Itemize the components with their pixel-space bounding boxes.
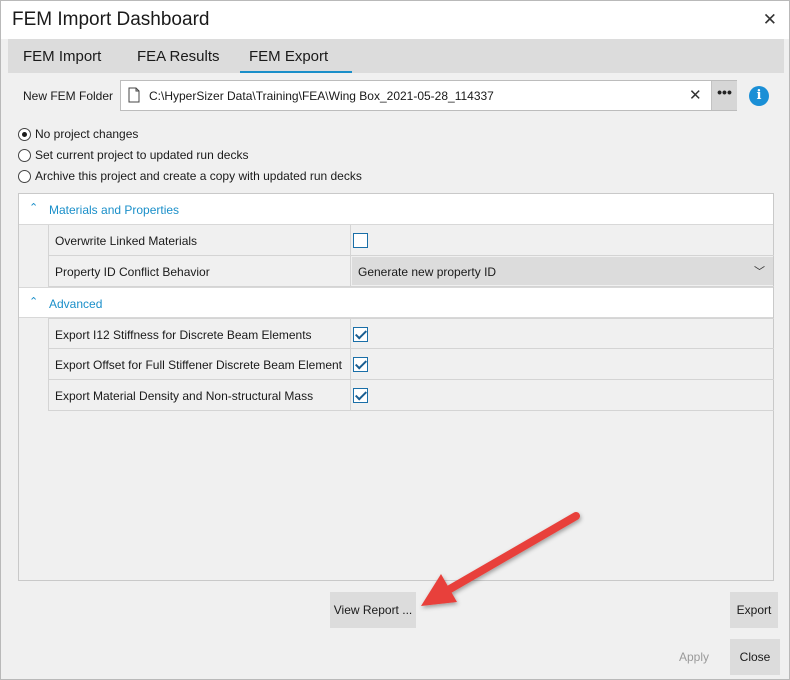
property-row-i12: Export I12 Stiffness for Discrete Beam E… (48, 318, 774, 349)
title-bar: FEM Import Dashboard ✕ (1, 1, 789, 39)
chevron-up-icon: ⌃ (29, 296, 39, 308)
tab-fem-export[interactable]: FEM Export (249, 48, 328, 65)
section-title: Materials and Properties (49, 203, 180, 217)
close-button[interactable]: Close (730, 639, 780, 675)
file-icon (128, 87, 140, 103)
clear-icon[interactable]: ✕ (689, 86, 702, 104)
property-label: Export Material Density and Non-structur… (49, 380, 351, 410)
property-row-conflict: Property ID Conflict Behavior Generate n… (48, 256, 774, 287)
radio-label: No project changes (35, 127, 139, 141)
property-label: Export I12 Stiffness for Discrete Beam E… (49, 319, 351, 349)
property-label: Overwrite Linked Materials (49, 225, 351, 255)
export-button[interactable]: Export (730, 592, 778, 628)
export-density-checkbox[interactable] (353, 388, 368, 403)
folder-path-value: C:\HyperSizer Data\Training\FEA\Wing Box… (149, 89, 494, 103)
property-row-density: Export Material Density and Non-structur… (48, 380, 774, 411)
radio-button[interactable] (18, 149, 31, 162)
dialog-window: FEM Import Dashboard ✕ FEM Import FEA Re… (0, 0, 790, 680)
view-report-button[interactable]: View Report ... (330, 592, 416, 628)
property-row-overwrite: Overwrite Linked Materials (48, 225, 774, 256)
section-header-materials[interactable]: ⌃ Materials and Properties (19, 194, 773, 225)
radio-label: Set current project to updated run decks (35, 148, 249, 162)
property-label: Property ID Conflict Behavior (49, 256, 351, 286)
section-title: Advanced (49, 297, 103, 311)
annotation-arrow (421, 512, 580, 606)
chevron-up-icon: ⌃ (29, 202, 39, 214)
options-panel: ⌃ Materials and Properties Overwrite Lin… (18, 193, 774, 581)
active-tab-indicator (240, 71, 352, 73)
radio-label: Archive this project and create a copy w… (35, 169, 362, 183)
chevron-down-icon: ﹀ (754, 266, 765, 278)
property-label: Export Offset for Full Stiffener Discret… (49, 349, 351, 379)
overwrite-materials-checkbox[interactable] (353, 233, 368, 248)
tab-fem-import[interactable]: FEM Import (23, 48, 101, 65)
export-i12-checkbox[interactable] (353, 327, 368, 342)
section-header-advanced[interactable]: ⌃ Advanced (19, 287, 773, 318)
export-offset-checkbox[interactable] (353, 357, 368, 372)
select-value: Generate new property ID (358, 265, 497, 279)
folder-path-field[interactable]: C:\HyperSizer Data\Training\FEA\Wing Box… (120, 80, 737, 111)
close-icon[interactable]: ✕ (763, 10, 777, 30)
folder-label: New FEM Folder (23, 89, 114, 103)
info-icon[interactable]: i (749, 86, 769, 106)
window-title: FEM Import Dashboard (12, 9, 210, 30)
radio-button[interactable] (18, 128, 31, 141)
browse-button[interactable]: ••• (711, 81, 737, 110)
apply-button[interactable]: Apply (670, 639, 718, 675)
conflict-behavior-select[interactable]: Generate new property ID ﹀ (352, 257, 773, 285)
tab-bar: FEM Import FEA Results FEM Export (8, 39, 784, 73)
tab-fea-results[interactable]: FEA Results (137, 48, 220, 65)
radio-button[interactable] (18, 170, 31, 183)
property-row-offset: Export Offset for Full Stiffener Discret… (48, 349, 774, 380)
